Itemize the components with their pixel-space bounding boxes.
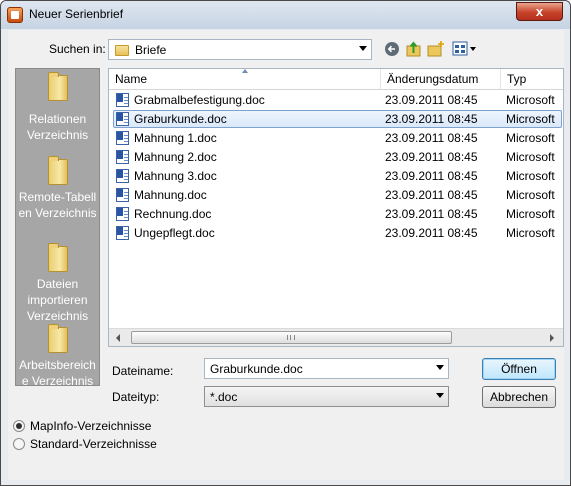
up-folder-button[interactable]	[405, 40, 423, 58]
place-label: Arbeitsbereiche Verzeichnis	[19, 358, 96, 388]
file-date: 23.09.2011 08:45	[385, 93, 478, 107]
file-name: Rechnung.doc	[134, 207, 212, 221]
column-header-date[interactable]: Änderungsdatum	[381, 69, 501, 89]
file-date: 23.09.2011 08:45	[385, 188, 478, 202]
word-document-icon	[116, 226, 129, 240]
file-row-selected[interactable]: Graburkunde.doc 23.09.2011 08:45 Microso…	[109, 110, 563, 129]
filename-label: Dateiname:	[112, 364, 174, 378]
folder-icon	[115, 45, 129, 56]
scrollbar-thumb[interactable]	[131, 331, 452, 344]
filename-input[interactable]: Graburkunde.doc	[204, 358, 449, 379]
new-folder-icon	[427, 41, 444, 57]
word-document-icon	[116, 112, 129, 126]
filetype-value: *.doc	[210, 390, 238, 404]
radio-mapinfo-label[interactable]: MapInfo-Verzeichnisse	[30, 419, 151, 433]
filetype-select[interactable]: *.doc	[204, 386, 449, 407]
file-date: 23.09.2011 08:45	[385, 131, 478, 145]
close-button[interactable]: x	[516, 2, 563, 21]
place-dateien-importieren[interactable]: Dateien importieren Verzeichnis	[16, 243, 99, 324]
scroll-right-icon[interactable]	[550, 334, 554, 342]
file-list[interactable]: Name Änderungsdatum Typ Grabmalbefestigu…	[108, 68, 564, 347]
back-button[interactable]	[384, 41, 402, 59]
back-arrow-icon	[385, 42, 399, 56]
window-title: Neuer Serienbrief	[29, 7, 124, 21]
file-date: 23.09.2011 08:45	[385, 112, 478, 126]
file-date: 23.09.2011 08:45	[385, 207, 478, 221]
place-label: Dateien importieren Verzeichnis	[26, 277, 89, 323]
file-row[interactable]: Grabmalbefestigung.doc 23.09.2011 08:45 …	[109, 91, 563, 110]
file-type: Microsoft	[506, 169, 555, 183]
dialog-window: Neuer Serienbrief x Suchen in: Briefe Re…	[0, 0, 571, 486]
word-document-icon	[116, 131, 129, 145]
place-label: Relationen Verzeichnis	[26, 112, 89, 142]
word-document-icon	[116, 93, 129, 107]
list-header: Name Änderungsdatum Typ	[109, 69, 563, 90]
file-row[interactable]: Mahnung 3.doc 23.09.2011 08:45 Microsoft	[109, 167, 563, 186]
file-type: Microsoft	[506, 188, 555, 202]
scroll-left-icon[interactable]	[116, 334, 120, 342]
folder-icon	[47, 243, 68, 272]
place-remote-tabellen[interactable]: Remote-Tabellen Verzeichnis	[16, 156, 99, 221]
chevron-down-icon	[436, 365, 444, 370]
file-type: Microsoft	[506, 226, 555, 240]
lookin-value: Briefe	[135, 43, 167, 57]
file-row[interactable]: Rechnung.doc 23.09.2011 08:45 Microsoft	[109, 205, 563, 224]
word-document-icon	[116, 207, 129, 221]
file-date: 23.09.2011 08:45	[385, 150, 478, 164]
radio-standard-label[interactable]: Standard-Verzeichnisse	[30, 437, 157, 451]
file-date: 23.09.2011 08:45	[385, 169, 478, 183]
radio-mapinfo[interactable]	[13, 420, 25, 432]
sort-ascending-icon	[242, 69, 248, 73]
folder-icon	[47, 324, 68, 353]
file-date: 23.09.2011 08:45	[385, 226, 478, 240]
places-bar: Relationen Verzeichnis Remote-Tabellen V…	[15, 68, 100, 389]
word-document-icon	[116, 169, 129, 183]
column-header-name[interactable]: Name	[109, 69, 381, 89]
chevron-down-icon	[436, 393, 444, 398]
file-type: Microsoft	[506, 150, 555, 164]
file-name: Mahnung 3.doc	[134, 169, 217, 183]
filename-value: Graburkunde.doc	[210, 362, 303, 376]
file-name: Grabmalbefestigung.doc	[134, 93, 265, 107]
word-document-icon	[116, 188, 129, 202]
file-type: Microsoft	[506, 207, 555, 221]
place-relationen[interactable]: Relationen Verzeichnis	[16, 72, 99, 143]
horizontal-scrollbar[interactable]	[109, 328, 563, 346]
folder-icon	[47, 156, 68, 185]
file-type: Microsoft	[506, 112, 555, 126]
file-type: Microsoft	[506, 131, 555, 145]
file-row[interactable]: Mahnung 1.doc 23.09.2011 08:45 Microsoft	[109, 129, 563, 148]
file-name: Mahnung.doc	[134, 188, 207, 202]
radio-standard[interactable]	[13, 438, 25, 450]
folder-icon	[47, 72, 68, 101]
lookin-combo[interactable]: Briefe	[108, 39, 372, 60]
file-row[interactable]: Mahnung 2.doc 23.09.2011 08:45 Microsoft	[109, 148, 563, 167]
lookin-label: Suchen in:	[49, 42, 106, 56]
file-name: Mahnung 1.doc	[134, 131, 217, 145]
column-header-type[interactable]: Typ	[501, 69, 563, 89]
new-folder-button[interactable]	[427, 40, 445, 58]
chevron-down-icon	[359, 46, 367, 51]
file-name: Ungepflegt.doc	[134, 226, 215, 240]
file-name: Graburkunde.doc	[134, 112, 227, 126]
place-label: Remote-Tabellen Verzeichnis	[18, 190, 97, 220]
open-button[interactable]: Öffnen	[482, 358, 556, 380]
up-folder-icon	[406, 41, 421, 57]
word-document-icon	[116, 150, 129, 164]
file-row[interactable]: Ungepflegt.doc 23.09.2011 08:45 Microsof…	[109, 224, 563, 243]
file-row[interactable]: Mahnung.doc 23.09.2011 08:45 Microsoft	[109, 186, 563, 205]
filetype-label: Dateityp:	[112, 390, 160, 404]
grip-icon	[287, 335, 295, 340]
file-type: Microsoft	[506, 93, 555, 107]
view-grid-icon	[452, 41, 476, 56]
view-menu-button[interactable]	[452, 40, 478, 58]
place-arbeitsbereiche[interactable]: Arbeitsbereiche Verzeichnis	[16, 324, 99, 389]
dialog-body: Suchen in: Briefe Relationen Verzeichnis	[8, 30, 564, 480]
title-bar: Neuer Serienbrief x	[1, 1, 570, 29]
app-icon	[7, 7, 23, 23]
file-name: Mahnung 2.doc	[134, 150, 217, 164]
cancel-button[interactable]: Abbrechen	[482, 386, 556, 408]
